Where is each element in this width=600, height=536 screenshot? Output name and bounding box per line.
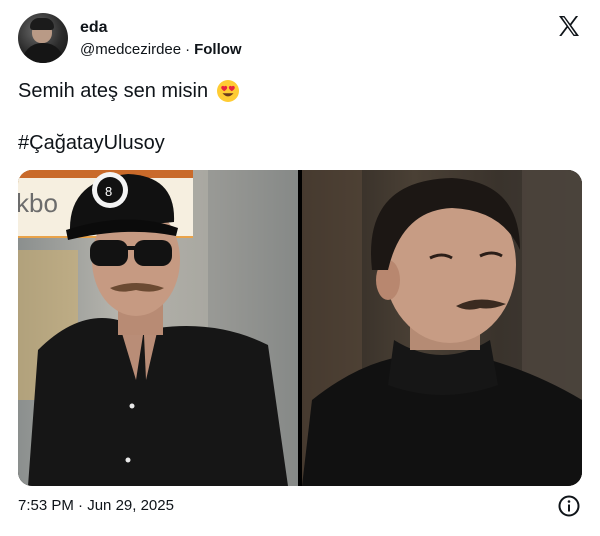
tweet-hashtag[interactable]: #ÇağatayUlusoy [18,132,165,155]
tweet-timestamp[interactable]: 7:53 PM · Jun 29, 2025 [18,497,174,514]
timestamp-separator: · [78,497,84,514]
photo-man-turtleneck [302,170,582,486]
author-name[interactable]: eda [80,19,108,37]
tweet-time: 7:53 PM [18,497,74,514]
author-handle-row: @medcezirdee · Follow [80,41,242,58]
avatar-hair-shape [30,18,54,30]
tweet-text: Semih ateş sen misin [18,79,209,102]
media-grid: kbo 8 [18,170,582,486]
tweet-card: eda @medcezirdee · Follow Semih ateş sen m… [0,0,600,536]
photo-right[interactable] [302,170,582,486]
info-icon[interactable] [558,495,580,517]
photo-left[interactable]: kbo 8 [18,170,298,486]
tweet-date: Jun 29, 2025 [87,497,174,514]
x-logo-icon[interactable] [557,14,581,38]
separator-dot: · [185,41,191,58]
avatar-body-shape [22,43,64,63]
tweet-text-line: Semih ateş sen misin [18,79,240,103]
sign-text: kbo [18,188,58,218]
svg-text:8: 8 [105,184,112,199]
follow-button[interactable]: Follow [194,41,242,58]
photo-man-cap-sunglasses: kbo 8 [18,170,298,486]
author-avatar[interactable] [18,13,68,63]
heart-eyes-emoji-icon [217,80,240,102]
author-handle[interactable]: @medcezirdee [80,41,181,58]
